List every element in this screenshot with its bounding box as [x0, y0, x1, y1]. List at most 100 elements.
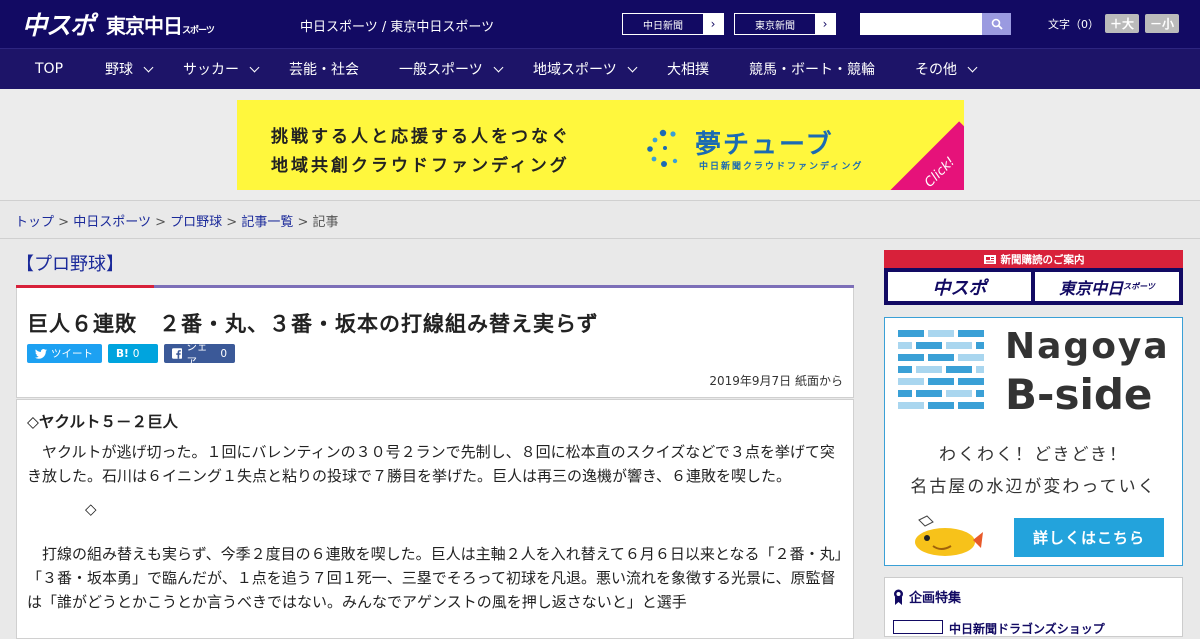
ad-area: 挑戦する人と応援する人をつなぐ 地域共創クラウドファンディング 夢チューブ中日新… — [0, 89, 1200, 200]
tempura-shrimp-mascot-icon — [915, 515, 983, 556]
nav-label: サッカー — [183, 62, 239, 78]
banner-line-2: 地域共創クラウドファンディング — [271, 156, 570, 176]
chunichi-shimbun-label: 中日新聞 — [643, 20, 683, 32]
subscribe-tokyo-text: 東京中日 — [1059, 278, 1124, 298]
nagoya-details-button[interactable]: 詳しくはこちら — [1014, 518, 1164, 557]
banner-brand-sub: 中日新聞クラウドファンディング — [699, 162, 864, 172]
article-separator: ◇ — [85, 500, 97, 518]
logo-tokyo-chunichi[interactable]: 東京中日スポーツ — [106, 10, 215, 39]
font-smaller-button[interactable]: －小 — [1145, 14, 1180, 33]
sidebar: 新聞購読のご案内 中スポ 東京中日 スポーツ Nagoya B-side わくわく… — [884, 250, 1184, 637]
hatena-count: 0 — [132, 347, 140, 360]
nav-label: 競馬・ボート・競輪 — [749, 62, 875, 78]
special-feature-title-text: 企画特集 — [909, 591, 962, 606]
nav-item-top[interactable]: TOP — [35, 49, 63, 89]
search-button[interactable] — [982, 13, 1011, 35]
chevron-right-icon: › — [703, 14, 723, 34]
hatena-button[interactable]: B! 0 — [108, 344, 158, 363]
breadcrumb: トップ > 中日スポーツ > プロ野球 > 記事一覧 > 記事 — [0, 200, 1200, 239]
nagoya-title-1: Nagoya — [1005, 326, 1170, 367]
global-nav: TOP 野球 サッカー 芸能・社会 一般スポーツ 地域スポーツ 大相撲 競馬・ボ… — [0, 48, 1200, 89]
nav-item-soccer[interactable]: サッカー — [183, 49, 260, 89]
font-size-control: 文字（0） ＋大 －小 — [1048, 14, 1180, 33]
breadcrumb-current: 記事 — [312, 215, 339, 230]
article-date: 2019年9月7日 紙面から — [709, 374, 843, 388]
subscription-title-text: 新聞購読のご案内 — [1000, 253, 1085, 266]
breadcrumb-pro-baseball[interactable]: プロ野球 — [170, 215, 222, 230]
special-feature-item-label: 中日新聞ドラゴンズショップ — [949, 622, 1105, 636]
nagoya-bside-ad[interactable]: Nagoya B-side わくわく！どきどき！ 名古屋の水辺が変わっていく 詳… — [884, 317, 1183, 566]
nav-label: 野球 — [105, 62, 133, 78]
nav-label: 一般スポーツ — [399, 62, 483, 78]
tweet-button[interactable]: ツイート — [27, 344, 102, 363]
subscribe-tokyo-small: スポーツ — [1123, 282, 1155, 291]
breadcrumb-sep: > — [226, 215, 238, 230]
brick-wall-icon — [898, 330, 984, 409]
breadcrumb-chunichi-sports[interactable]: 中日スポーツ — [73, 215, 151, 230]
banner-brand-text: 夢チューブ — [695, 130, 834, 160]
logo-chunichi-sports[interactable]: 中スポ — [22, 6, 95, 42]
article-subhead: ◇ヤクルト５－２巨人 — [27, 413, 178, 431]
share-buttons: ツイート B! 0 シェア 0 — [27, 341, 235, 368]
nav-item-others[interactable]: その他 — [915, 49, 978, 89]
nagoya-copy-2: 名古屋の水辺が変わっていく — [910, 477, 1157, 497]
dragons-shop-thumb-icon — [893, 620, 943, 634]
chevron-down-icon — [493, 62, 504, 72]
breadcrumb-sep: > — [58, 215, 70, 230]
subscribe-chunichi-sports[interactable]: 中スポ — [888, 272, 1031, 301]
banner-line-1: 挑戦する人と応援する人をつなぐ — [271, 127, 571, 147]
breadcrumb-article-list[interactable]: 記事一覧 — [241, 215, 293, 230]
facebook-share-button[interactable]: シェア 0 — [164, 341, 235, 368]
article-header: 巨人６連敗 ２番・丸、３番・坂本の打線組み替え実らず ツイート B! 0 シェア… — [16, 288, 854, 398]
tokyo-shimbun-link[interactable]: 東京新聞 › — [734, 13, 836, 35]
nav-item-general-sports[interactable]: 一般スポーツ — [399, 49, 504, 89]
subscription-box: 新聞購読のご案内 中スポ 東京中日 スポーツ — [884, 250, 1183, 305]
site-logo[interactable]: 中スポ 東京中日スポーツ — [22, 6, 215, 42]
tweet-label: ツイート — [51, 348, 93, 360]
search-form — [860, 13, 1011, 35]
article-category: 【プロ野球】 — [16, 254, 124, 275]
hatena-icon: B! — [116, 347, 129, 360]
newspaper-icon — [983, 254, 996, 264]
chevron-down-icon — [143, 62, 154, 72]
nav-item-entertainment[interactable]: 芸能・社会 — [289, 49, 359, 89]
chunichi-shimbun-link[interactable]: 中日新聞 › — [622, 13, 724, 35]
special-feature-item[interactable]: 中日新聞ドラゴンズショップ — [893, 620, 1105, 637]
nav-item-local-sports[interactable]: 地域スポーツ — [533, 49, 638, 89]
nav-item-baseball[interactable]: 野球 — [105, 49, 154, 89]
breadcrumb-sep: > — [297, 215, 309, 230]
subscribe-tokyo-chunichi[interactable]: 東京中日 スポーツ — [1035, 272, 1179, 301]
search-input[interactable] — [860, 13, 982, 35]
nagoya-title-2: B-side — [1005, 370, 1153, 419]
breadcrumb-top[interactable]: トップ — [15, 215, 54, 230]
chevron-down-icon — [967, 62, 978, 72]
chevron-down-icon — [627, 62, 638, 72]
facebook-icon — [172, 348, 183, 359]
nav-item-racing[interactable]: 競馬・ボート・競輪 — [749, 49, 875, 89]
subscription-title[interactable]: 新聞購読のご案内 — [884, 250, 1183, 268]
nav-label: 大相撲 — [667, 62, 709, 78]
twitter-icon — [35, 348, 47, 359]
crowdfunding-banner[interactable]: 挑戦する人と応援する人をつなぐ 地域共創クラウドファンディング 夢チューブ中日新… — [237, 100, 964, 190]
article-body: ◇ヤクルト５－２巨人 ヤクルトが逃げ切った。１回にバレンティンの３０号２ランで先… — [16, 399, 854, 639]
tokyo-shimbun-label: 東京新聞 — [755, 20, 795, 32]
breadcrumb-sep: > — [155, 215, 166, 230]
article-paragraph-1: ヤクルトが逃げ切った。１回にバレンティンの３０号２ランで先制し、８回に松本直のス… — [27, 443, 835, 485]
font-bigger-button[interactable]: ＋大 — [1105, 14, 1140, 33]
nav-label: その他 — [915, 62, 957, 78]
site-name[interactable]: 中日スポーツ / 東京中日スポーツ — [300, 16, 494, 35]
logo-tokyo-small: スポーツ — [182, 25, 215, 36]
article-paragraph-2: 打線の組み替えも実らず、今季２度目の６連敗を喫した。巨人は主軸２人を入れ替えて６… — [27, 545, 842, 611]
font-size-label: 文字（0） — [1048, 17, 1099, 31]
nav-item-sumo[interactable]: 大相撲 — [667, 49, 709, 89]
nav-label: 地域スポーツ — [533, 62, 617, 78]
chevron-down-icon — [249, 62, 260, 72]
facebook-label: シェア — [186, 340, 208, 368]
chevron-right-icon: › — [815, 14, 835, 34]
special-feature-title: 企画特集 — [893, 587, 961, 606]
nagoya-copy-1: わくわく！どきどき！ — [939, 445, 1128, 465]
banner-brand: 夢チューブ中日新聞クラウドファンディング — [695, 124, 863, 172]
facebook-count: 0 — [220, 347, 227, 360]
site-header: 中スポ 東京中日スポーツ 中日スポーツ / 東京中日スポーツ 中日新聞 › 東京新… — [0, 0, 1200, 48]
dots-logo-icon — [647, 129, 678, 167]
